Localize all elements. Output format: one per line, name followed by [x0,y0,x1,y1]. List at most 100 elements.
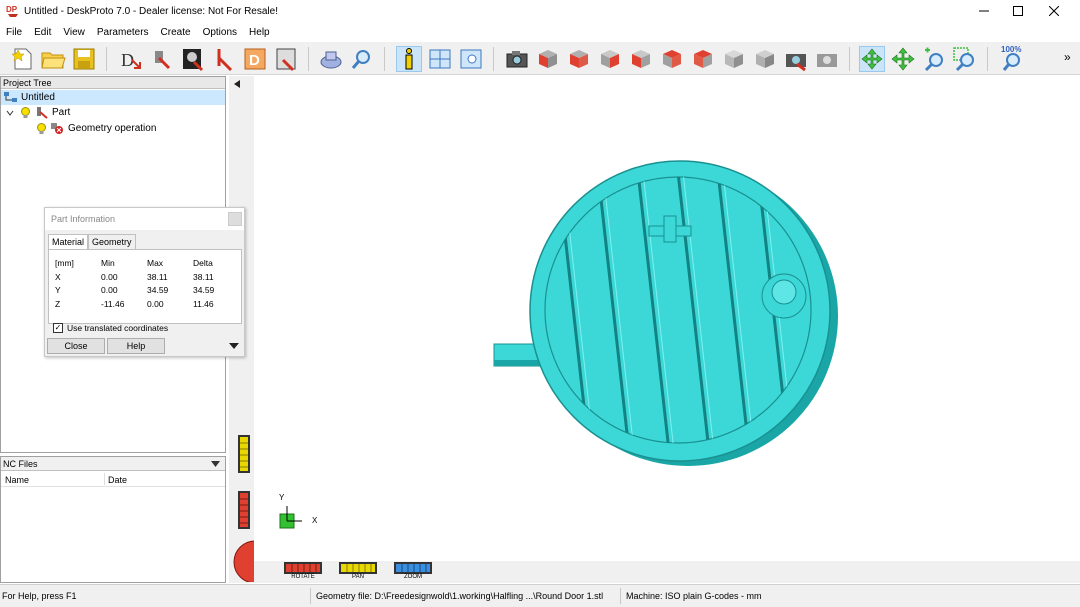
menu-view[interactable]: View [57,24,91,42]
toolbar-overflow-button[interactable]: » [1064,50,1071,64]
import-geometry-button[interactable]: D [118,46,144,72]
dialog-close-box[interactable] [228,212,242,226]
simulation-icon [320,51,342,69]
help-button[interactable]: Help [107,338,165,354]
rotate-wheel-vertical[interactable] [238,491,250,529]
dialog-title: Part Information [45,208,244,230]
axis-x-label: X [312,516,318,525]
tree-item-operation-label: Geometry operation [68,123,157,134]
restore-view-button[interactable] [814,46,840,72]
zoom-window-button[interactable] [952,46,978,72]
view-plain-button[interactable] [752,46,778,72]
minimize-button[interactable] [967,0,1001,24]
preview-button[interactable] [349,46,375,72]
bitmap-icon [183,49,204,72]
chevron-down-icon[interactable] [6,109,14,117]
col-header-delta: Delta [193,258,213,268]
view-back-button[interactable] [597,46,623,72]
part-information-dialog: Part Information Material Geometry [mm] … [44,207,245,357]
cube-bottom-icon [725,50,743,68]
svg-text:DP: DP [6,5,18,14]
view-window-icon [460,49,482,69]
menu-help[interactable]: Help [243,24,276,42]
expand-down-icon[interactable] [229,343,239,349]
pan-wheel-vertical[interactable] [238,435,250,473]
dialog-tabs: Material Geometry [48,234,136,249]
view-top-button[interactable] [690,46,716,72]
tree-item-project-label: Untitled [21,92,55,103]
part-info-button[interactable] [396,46,422,72]
zoom-mode-button[interactable] [921,46,947,72]
view-settings-button[interactable] [458,46,484,72]
menu-parameters[interactable]: Parameters [91,24,155,42]
zoom-window-icon [953,47,974,72]
translated-coordinates-checkbox[interactable]: ✓ [53,323,63,333]
add-vector-button[interactable] [211,46,237,72]
cube-top-icon [694,50,712,68]
status-geometry-file: Geometry file: D:\Freedesignwold\1.worki… [316,591,604,601]
pan-wheel-horizontal[interactable] [339,562,377,574]
zoom-wheel-horizontal[interactable] [394,562,432,574]
nc-col-date[interactable]: Date [108,475,127,485]
view-iso-button[interactable] [535,46,561,72]
tree-item-part-label: Part [52,107,71,118]
status-bar: For Help, press F1 Geometry file: D:\Fre… [0,584,1080,607]
tree-item-geometry-operation[interactable]: Geometry operation [1,121,225,136]
snapshot-button[interactable] [504,46,530,72]
menu-create[interactable]: Create [155,24,197,42]
view-right-button[interactable] [659,46,685,72]
nc-files-columns: Name Date [1,471,225,487]
menu-edit[interactable]: Edit [28,24,57,42]
vector-icon [217,49,233,72]
col-header-unit: [mm] [55,258,74,268]
3d-viewport[interactable]: Y X [254,76,1080,561]
nc-col-name[interactable]: Name [5,475,29,485]
add-bitmap-button[interactable] [180,46,206,72]
view-bottom-button[interactable] [721,46,747,72]
tab-geometry[interactable]: Geometry [88,234,136,249]
simulation-button[interactable] [318,46,344,72]
window-title: Untitled - DeskProto 7.0 - Dealer licens… [24,6,278,17]
operation-d-icon: D [244,48,266,70]
add-part-button[interactable] [149,46,175,72]
tree-item-project[interactable]: Untitled [1,90,225,105]
view-front-button[interactable] [566,46,592,72]
tab-material[interactable]: Material [48,234,89,249]
open-project-button[interactable] [40,46,66,72]
save-project-button[interactable] [71,46,97,72]
tree-item-part[interactable]: Part [1,105,225,120]
layout-button[interactable] [427,46,453,72]
rotate-wheel-horizontal[interactable] [284,562,322,574]
pan-arrows-icon [891,47,915,71]
view-left-button[interactable] [628,46,654,72]
maximize-button[interactable] [1001,0,1035,24]
add-operation-button[interactable]: D [242,46,268,72]
close-window-button[interactable] [1037,0,1071,24]
round-door-model[interactable] [254,76,1080,561]
rotate-arrows-icon [861,48,883,70]
lightbulb-icon[interactable] [37,123,46,135]
new-project-button[interactable] [10,46,36,72]
zoom-reset-icon [1002,53,1020,71]
row-z-min: -11.46 [101,299,125,309]
magnifier-icon [351,50,370,69]
close-button[interactable]: Close [47,338,105,354]
dropdown-arrow-icon[interactable] [211,461,220,467]
col-header-min: Min [101,258,115,268]
pan-mode-button[interactable] [890,46,916,72]
row-z-max: 0.00 [147,299,164,309]
write-nc-button[interactable] [273,46,299,72]
svg-text:D: D [249,52,260,69]
collapse-left-icon[interactable] [234,80,240,88]
zoom-100-button[interactable]: 100% [998,45,1028,72]
lightbulb-icon[interactable] [21,107,30,119]
toolbar: D D 100% » [0,42,1080,75]
grid-layout-icon [429,49,451,69]
menu-options[interactable]: Options [197,24,243,42]
menu-file[interactable]: File [0,24,28,42]
row-z-axis: Z [55,299,61,309]
translated-coordinates-option[interactable]: ✓ Use translated coordinates [53,323,168,333]
rotate-mode-button[interactable] [859,46,885,72]
save-view-button[interactable] [783,46,809,72]
nc-files-header[interactable]: NC Files [1,457,225,471]
